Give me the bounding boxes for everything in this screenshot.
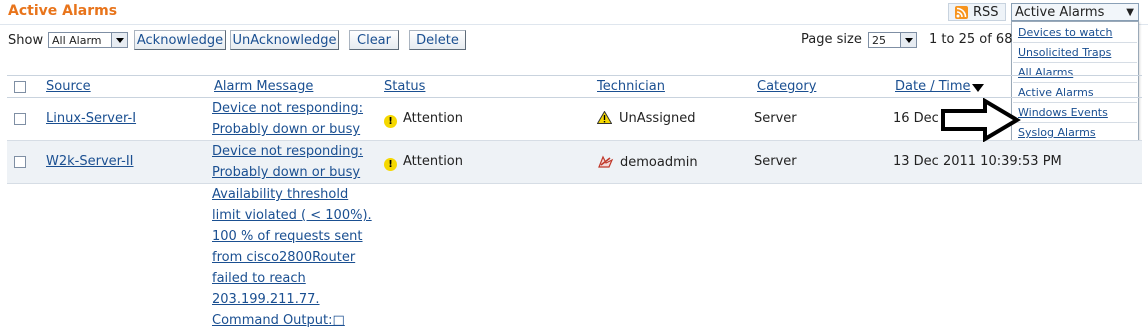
technician-icon <box>598 155 614 168</box>
rss-button[interactable]: RSS <box>948 3 1006 21</box>
menu-divider <box>1013 122 1137 123</box>
row-status: ! Attention <box>384 111 463 128</box>
menu-item-all-alarms[interactable]: All Alarms <box>1018 66 1073 79</box>
column-header-date-time[interactable]: Date / Time <box>895 79 971 94</box>
row-date-time: 13 Dec 2011 10:39:53 PM <box>893 154 1062 169</box>
rss-label: RSS <box>973 4 999 20</box>
row-divider <box>7 183 1142 184</box>
acknowledge-button[interactable]: Acknowledge <box>134 30 226 50</box>
row-status: ! Attention <box>384 154 463 171</box>
row-alarm-message-link[interactable]: Device not responding: Probably down or … <box>212 141 377 183</box>
column-header-technician[interactable]: Technician <box>597 79 665 94</box>
select-all-checkbox[interactable] <box>14 81 26 93</box>
view-select[interactable]: Active Alarms ▼ <box>1011 3 1139 21</box>
menu-divider <box>1013 42 1137 43</box>
show-filter-select[interactable]: All Alarm <box>48 32 128 48</box>
menu-divider <box>1013 62 1137 63</box>
menu-item-windows-events[interactable]: Windows Events <box>1018 106 1108 119</box>
menu-item-syslog-alarms[interactable]: Syslog Alarms <box>1018 126 1096 139</box>
unacknowledge-button[interactable]: UnAcknowledge <box>230 30 339 50</box>
row-source-link[interactable]: W2k-Server-II <box>46 154 134 169</box>
title-divider <box>0 24 1148 25</box>
attention-icon: ! <box>384 115 397 128</box>
row-status-label: Attention <box>403 111 463 126</box>
row-technician-label: UnAssigned <box>619 111 696 126</box>
show-label: Show <box>8 33 44 48</box>
row-category: Server <box>754 154 797 169</box>
warning-icon <box>596 110 613 124</box>
paging-info: 1 to 25 of 68 <box>929 32 1013 47</box>
menu-divider <box>1013 102 1137 103</box>
column-header-source[interactable]: Source <box>46 79 91 94</box>
row-technician: UnAssigned <box>596 110 696 126</box>
row-alarm-message-link[interactable]: Device not responding: Probably down or … <box>212 98 377 140</box>
dropdown-arrow-icon <box>900 33 916 47</box>
row-checkbox[interactable] <box>14 156 26 168</box>
rss-icon <box>955 5 968 19</box>
page-size-label: Page size <box>801 32 862 47</box>
row-source-link[interactable]: Linux-Server-I <box>46 111 136 126</box>
menu-item-devices-to-watch[interactable]: Devices to watch <box>1018 26 1112 39</box>
menu-item-unsolicited-traps[interactable]: Unsolicited Traps <box>1018 46 1111 59</box>
dropdown-arrow-icon: ▼ <box>1126 6 1134 18</box>
sort-desc-icon <box>972 84 984 92</box>
menu-divider <box>1013 82 1137 83</box>
page-title: Active Alarms <box>8 3 118 19</box>
column-header-status[interactable]: Status <box>384 79 425 94</box>
page-size-value: 25 <box>872 33 886 47</box>
pointer-arrow-icon <box>941 98 1021 142</box>
row-checkbox[interactable] <box>14 113 26 125</box>
view-menu: Devices to watch Unsolicited Traps All A… <box>1011 21 1139 143</box>
view-select-value: Active Alarms <box>1015 4 1105 20</box>
column-header-category[interactable]: Category <box>757 79 816 94</box>
attention-icon: ! <box>384 158 397 171</box>
show-filter-value: All Alarm <box>52 33 102 47</box>
row-technician: demoadmin <box>597 154 698 170</box>
row-alarm-message-link[interactable]: Availability threshold limit violated ( … <box>212 184 377 331</box>
column-header-alarm-message[interactable]: Alarm Message <box>214 79 313 94</box>
row-category: Server <box>754 111 797 126</box>
row-technician-label: demoadmin <box>620 155 698 170</box>
table-header-top-border <box>7 75 1142 76</box>
page-size-select[interactable]: 25 <box>868 32 917 48</box>
dropdown-arrow-icon <box>111 33 127 47</box>
delete-button[interactable]: Delete <box>409 30 466 50</box>
row-status-label: Attention <box>403 154 463 169</box>
clear-button[interactable]: Clear <box>349 30 399 50</box>
